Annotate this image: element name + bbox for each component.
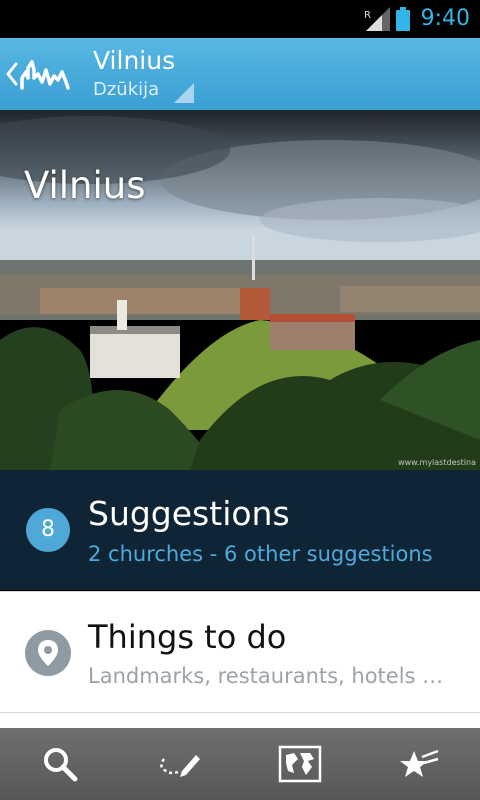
hero-image[interactable]: Vilnius www.mylastdestina	[0, 110, 480, 470]
app-logo-icon[interactable]	[20, 54, 70, 94]
action-bar: Vilnius Dzūkija	[0, 38, 480, 110]
search-button[interactable]	[0, 728, 120, 800]
region-spinner[interactable]: Dzūkija	[93, 79, 159, 100]
things-to-do-row[interactable]: Things to do Landmarks, restaurants, hot…	[0, 591, 480, 713]
roaming-indicator: R	[364, 10, 371, 21]
things-to-do-title: Things to do	[88, 618, 287, 656]
search-icon	[44, 748, 78, 782]
clock: 9:40	[420, 6, 470, 31]
signal-icon: R	[364, 7, 390, 31]
suggestions-title: Suggestions	[88, 494, 290, 533]
next-row-peek	[0, 712, 480, 728]
world-map-icon	[278, 745, 322, 783]
draw-route-icon	[160, 755, 200, 777]
draw-route-button[interactable]	[120, 728, 240, 800]
up-caret-icon[interactable]	[4, 58, 20, 90]
suggestions-count-badge: 8	[26, 508, 70, 552]
world-map-button[interactable]	[240, 728, 360, 800]
hero-title: Vilnius	[24, 164, 146, 207]
status-bar: R 9:40	[0, 0, 480, 38]
battery-icon	[396, 7, 410, 31]
bottom-toolbar	[0, 728, 480, 800]
action-bar-title[interactable]: Vilnius	[93, 46, 175, 75]
suggestions-subtitle: 2 churches - 6 other suggestions	[88, 542, 433, 566]
favorites-button[interactable]	[360, 728, 480, 800]
map-pin-icon	[25, 630, 71, 676]
spinner-arrow-icon[interactable]	[174, 83, 194, 103]
suggestions-row[interactable]: 8 Suggestions 2 churches - 6 other sugge…	[0, 470, 480, 590]
things-to-do-subtitle: Landmarks, restaurants, hotels …	[88, 664, 444, 688]
favorites-icon	[400, 749, 439, 777]
photo-credit: www.mylastdestina	[398, 458, 476, 467]
